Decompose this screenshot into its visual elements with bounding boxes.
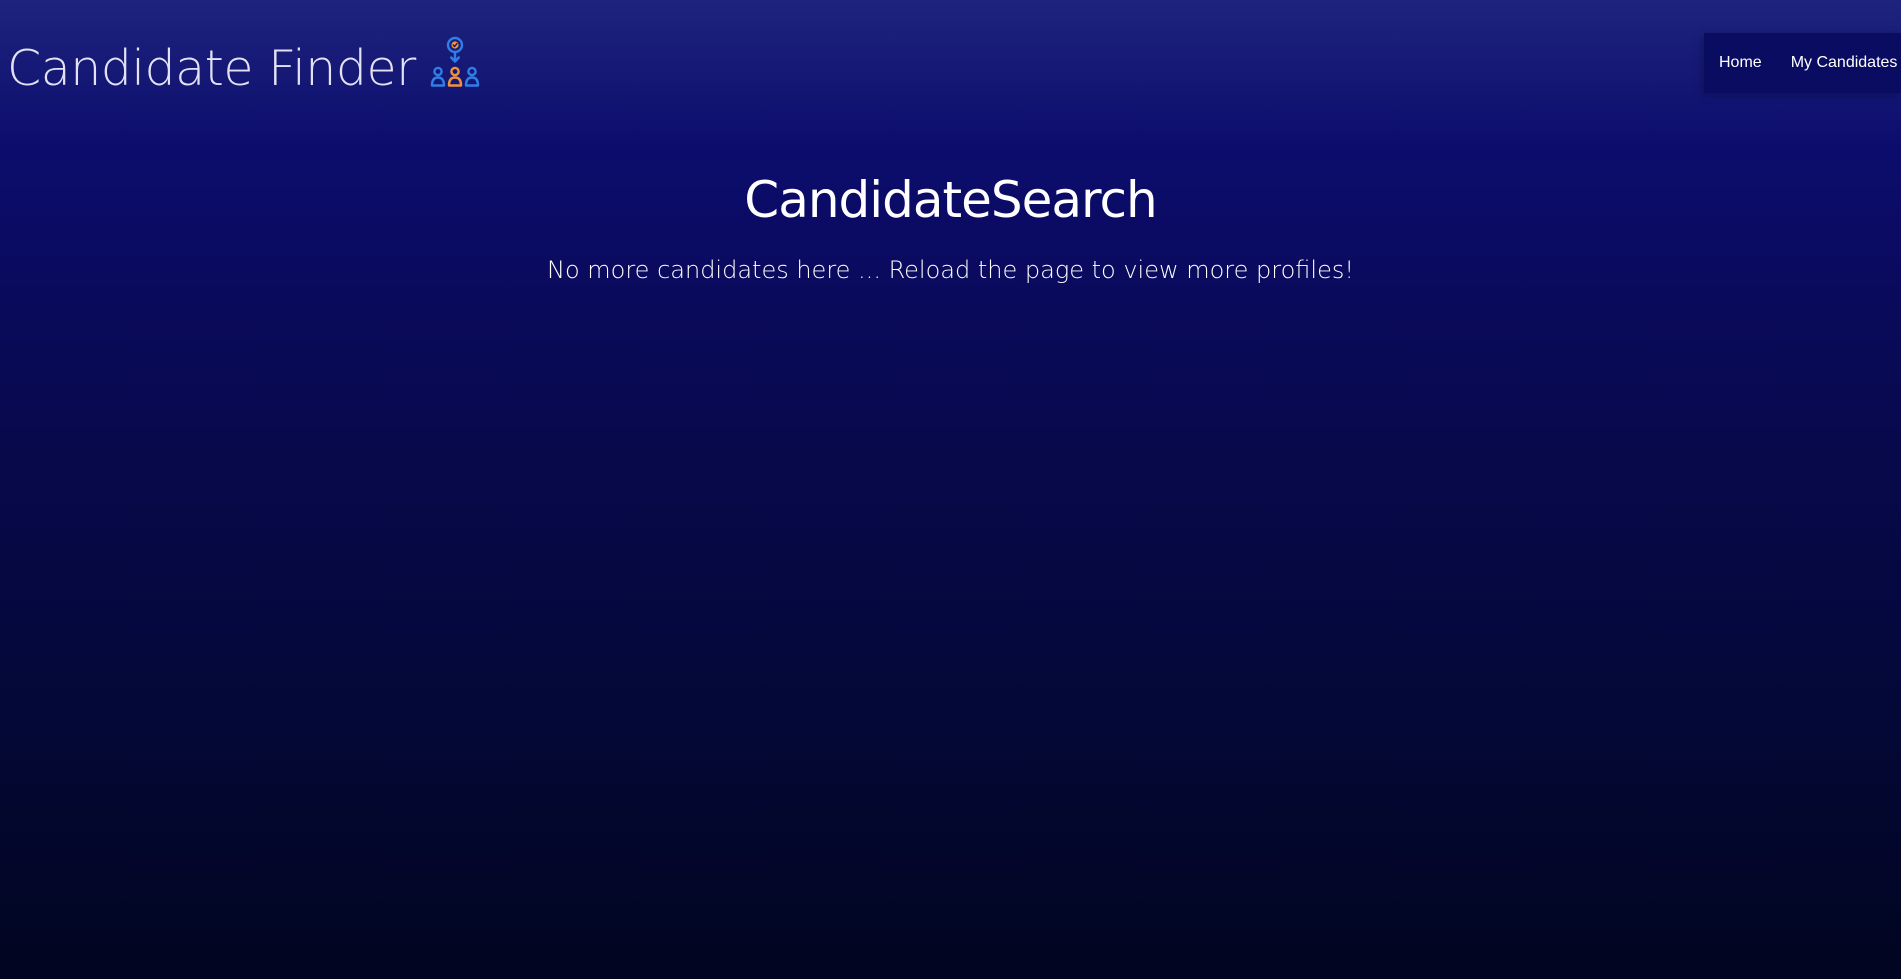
main-content: CandidateSearch No more candidates here … — [0, 168, 1901, 287]
page-title: CandidateSearch — [744, 171, 1157, 229]
app-header: Candidate Finder Home My Candidates — [0, 0, 1901, 110]
main-nav: Home My Candidates — [1704, 33, 1901, 93]
app-title: Candidate Finder — [7, 40, 416, 97]
nav-link-my-candidates[interactable]: My Candidates — [1791, 54, 1898, 72]
nav-link-home[interactable]: Home — [1719, 54, 1762, 72]
candidate-selection-icon — [430, 36, 479, 87]
empty-state-message: No more candidates here ... Reload the p… — [547, 256, 1354, 284]
brand: Candidate Finder — [7, 36, 480, 93]
